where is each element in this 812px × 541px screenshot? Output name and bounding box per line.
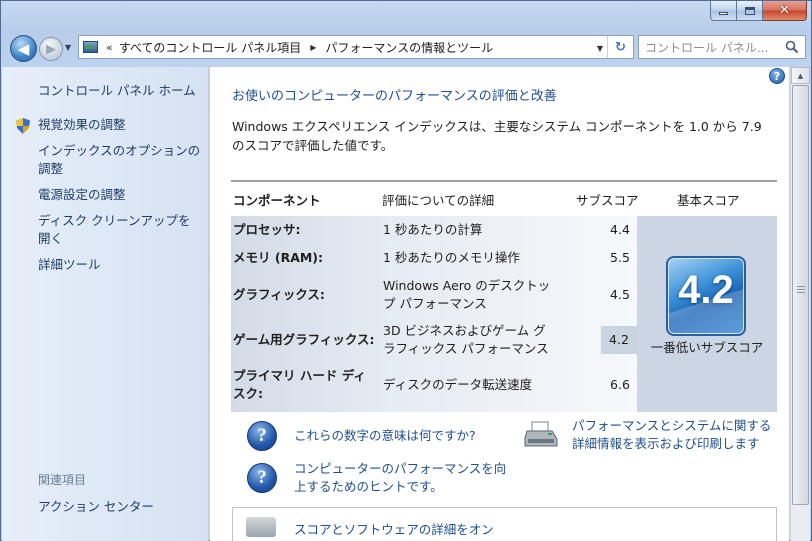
address-dropdown-icon[interactable]: ▼ (597, 44, 603, 53)
base-score-badge: 4.2 (666, 256, 746, 336)
navigation-bar: ◀ ▶ ▼ « すべてのコントロール パネル項目 ▶ パフォーマンスの情報とツー… (1, 31, 811, 65)
refresh-button[interactable]: ↻ (607, 36, 633, 58)
refresh-icon: ↻ (615, 39, 626, 55)
table-top-rule (231, 180, 777, 182)
score-table: コンポーネント 評価についての詳細 サブスコア 基本スコア プロセッサ: 1 秒… (231, 180, 777, 412)
page-title: お使いのコンピューターのパフォーマンスの評価と改善 (232, 89, 557, 104)
sidebar-item-visual-effects[interactable]: 視覚効果の調整 (38, 116, 202, 134)
subscore-value: 5.5 (610, 250, 630, 265)
subscore-value: 4.4 (610, 222, 630, 237)
page-description: Windows エクスペリエンス インデックスは、主要なシステム コンポーネント… (232, 119, 762, 153)
link-performance-tips[interactable]: コンピューターのパフォーマンスを向上するためのヒントです。 (294, 460, 514, 496)
table-body: プロセッサ: 1 秒あたりの計算 4.4 メモリ (RAM): 1 秒あたりのメ… (231, 216, 637, 412)
minimize-icon (719, 12, 728, 15)
sidebar-item-power-settings[interactable]: 電源設定の調整 (38, 186, 202, 204)
help-icon: ? (773, 69, 781, 83)
base-score-label: 一番低いサブスコア (650, 340, 764, 355)
minimize-button[interactable] (710, 1, 737, 21)
scroll-thumb[interactable] (792, 85, 809, 505)
scroll-up-icon: ▲ (797, 71, 804, 80)
base-score-value: 4.2 (678, 268, 734, 312)
header-basescore: 基本スコア (677, 193, 740, 208)
question-icon: ? (247, 463, 277, 493)
sidebar-item-action-center[interactable]: アクション センター (38, 496, 154, 515)
component-name: ゲーム用グラフィックス: (233, 332, 375, 347)
component-name: プロセッサ: (233, 222, 301, 237)
subscore-value-lowest: 4.2 (601, 326, 637, 354)
link-what-numbers-mean[interactable]: これらの数字の意味は何ですか? (294, 427, 476, 445)
maximize-icon (744, 6, 755, 15)
close-icon: ✕ (779, 3, 790, 18)
forward-arrow-icon: ▶ (46, 41, 56, 57)
sidebar-item-indexing-options[interactable]: インデックスのオプションの調整 (38, 142, 202, 178)
sidebar-home-link[interactable]: コントロール パネル ホーム (38, 80, 196, 99)
uac-shield-icon (16, 118, 30, 134)
sidebar-item-disk-cleanup[interactable]: ディスク クリーンアップを開く (38, 212, 202, 248)
subscore-value: 6.6 (610, 377, 630, 392)
breadcrumb-performance[interactable]: パフォーマンスの情報とツール (325, 39, 493, 56)
sidebar-item-advanced-tools[interactable]: 詳細ツール (38, 256, 202, 274)
component-detail: ディスクのデータ転送速度 (383, 377, 533, 392)
window: ✕ ◀ ▶ ▼ « すべてのコントロール パネル項目 ▶ パフォーマンスの情報と… (0, 0, 812, 541)
link-score-details[interactable]: スコアとソフトウェアの詳細をオン (294, 519, 494, 538)
subscore-value: 4.5 (610, 287, 630, 302)
sidebar: コントロール パネル ホーム 視覚効果の調整 インデックスのオプションの調整 電… (2, 67, 209, 541)
component-detail: Windows Aero のデスクトップ パフォーマンス (383, 278, 551, 311)
component-detail: 1 秒あたりの計算 (383, 222, 483, 237)
header-details: 評価についての詳細 (382, 193, 495, 208)
link-print-details[interactable]: パフォーマンスとシステムに関する詳細情報を表示および印刷します (572, 417, 782, 453)
printer-icon (524, 421, 558, 447)
base-score-panel: 4.2 一番低いサブスコア (637, 216, 777, 412)
search-placeholder: コントロール パネル... (645, 40, 769, 55)
breadcrumb-overflow[interactable]: « (106, 41, 113, 54)
address-bar[interactable]: « すべてのコントロール パネル項目 ▶ パフォーマンスの情報とツール ▼ ↻ (78, 35, 634, 59)
help-button[interactable]: ? (769, 68, 785, 84)
question-icon: ? (247, 421, 277, 451)
recent-pages-dropdown[interactable]: ▼ (65, 43, 71, 52)
vertical-scrollbar[interactable]: ▲ (790, 67, 810, 541)
back-arrow-icon: ◀ (17, 39, 30, 58)
caption-buttons: ✕ (710, 1, 807, 21)
component-detail: 1 秒あたりのメモリ操作 (383, 250, 520, 265)
main-content: ? お使いのコンピューターのパフォーマンスの評価と改善 Windows エクスペ… (210, 67, 789, 541)
scroll-up-button[interactable]: ▲ (791, 67, 810, 84)
sidebar-related-heading: 関連項目 (38, 473, 87, 487)
component-name: グラフィックス: (233, 287, 325, 302)
back-button[interactable]: ◀ (10, 35, 37, 62)
sidebar-task-list: 視覚効果の調整 インデックスのオプションの調整 電源設定の調整 ディスク クリー… (38, 116, 202, 282)
header-component: コンポーネント (233, 193, 321, 208)
control-panel-icon (83, 41, 98, 53)
component-name: メモリ (RAM): (233, 250, 324, 265)
search-input[interactable]: コントロール パネル... (638, 35, 806, 59)
scroll-grip-icon (797, 286, 805, 295)
software-icon (246, 517, 276, 537)
maximize-button[interactable] (737, 1, 763, 21)
breadcrumb-chevron-icon[interactable]: ▶ (310, 43, 316, 52)
breadcrumb-all-items[interactable]: すべてのコントロール パネル項目 (119, 39, 302, 56)
component-name: プライマリ ハード ディスク: (233, 368, 366, 401)
close-button[interactable]: ✕ (763, 1, 807, 21)
search-icon[interactable] (785, 40, 799, 54)
header-subscore: サブスコア (576, 193, 639, 208)
component-detail: 3D ビジネスおよびゲーム グラフィックス パフォーマンス (383, 323, 549, 356)
forward-button[interactable]: ▶ (39, 37, 63, 61)
